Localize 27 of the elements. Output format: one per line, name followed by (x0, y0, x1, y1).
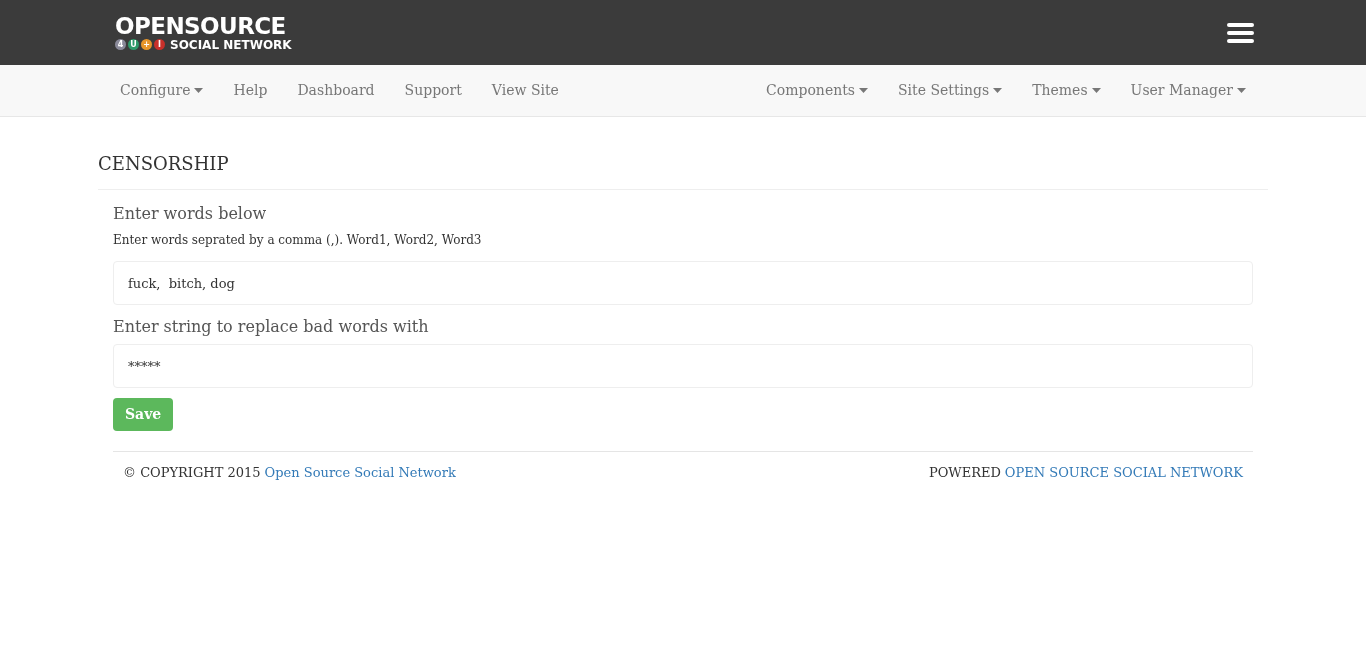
nav-link[interactable]: Site Settings (883, 65, 1018, 116)
caret-icon (993, 88, 1003, 93)
menu-icon[interactable] (1227, 22, 1254, 43)
field-label: Enter string to replace bad words with (113, 316, 430, 338)
caret-icon (194, 88, 204, 93)
caret-icon (1237, 88, 1246, 93)
input-field[interactable]: ***** (113, 344, 1253, 388)
nav-link[interactable]: Dashboard (282, 65, 390, 116)
nav-link[interactable]: Themes (1017, 65, 1116, 116)
nav-link[interactable]: Components (751, 65, 883, 116)
site-logo[interactable]: OPENSOURCE 4 U + I SOCIAL NETWORK (115, 14, 292, 51)
footer-link[interactable]: Open Source Social Network (264, 463, 456, 483)
nav-link[interactable]: View Site (476, 65, 574, 116)
page-title: CENSORSHIP (98, 150, 1268, 190)
caret-icon (859, 88, 868, 93)
caret-icon (1091, 88, 1101, 93)
powered-text: POWERED (928, 464, 1001, 482)
field-label: Enter words below (113, 203, 268, 225)
field-hint: Enter words seprated by a comma (,). Word1, Word2, Word3 (113, 232, 483, 249)
input-field[interactable]: fuck, bitch, dog (113, 261, 1253, 305)
copyright-text: © COPYRIGHT 2015 (123, 464, 261, 482)
nav-link[interactable]: Configure (105, 65, 219, 116)
nav-link[interactable]: Support (389, 65, 477, 116)
nav-link[interactable]: User Manager (1115, 65, 1261, 116)
save-button[interactable]: Save (113, 398, 174, 431)
nav-link[interactable]: Help (218, 65, 283, 116)
footer-link[interactable]: OPEN SOURCE SOCIAL NETWORK (1004, 463, 1243, 483)
